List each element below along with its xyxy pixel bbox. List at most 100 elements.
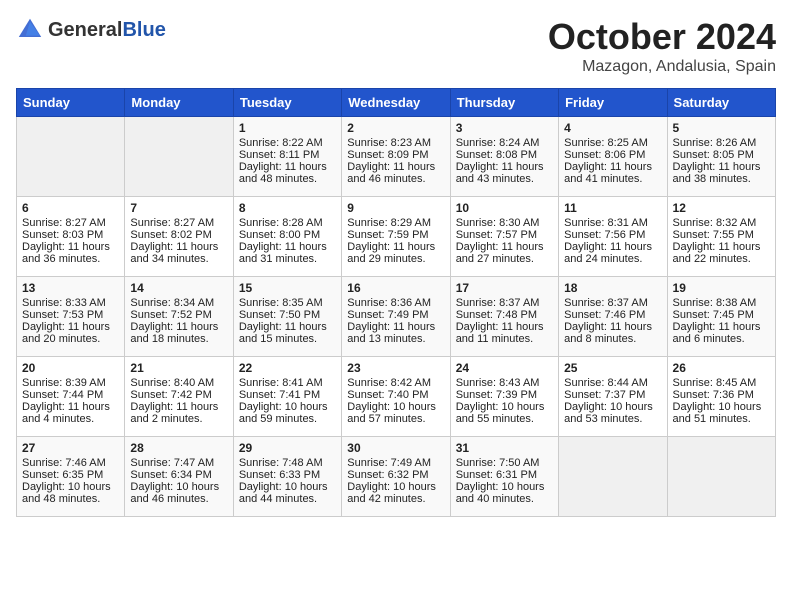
calendar-day-cell: 13 Sunrise: 8:33 AMSunset: 7:53 PMDayligh… <box>17 277 125 357</box>
sunrise-text: Sunrise: 8:28 AM <box>239 217 336 229</box>
daylight-text: Daylight: 11 hours and 36 minutes. <box>22 241 119 265</box>
logo-text: GeneralBlue <box>48 19 166 42</box>
sunset-text: Sunset: 6:32 PM <box>347 469 444 481</box>
calendar-day-cell: 8 Sunrise: 8:28 AMSunset: 8:00 PMDaylight… <box>233 197 341 277</box>
sunrise-text: Sunrise: 7:50 AM <box>456 457 553 469</box>
sunset-text: Sunset: 7:42 PM <box>130 389 227 401</box>
sunset-text: Sunset: 8:09 PM <box>347 149 444 161</box>
logo-blue: Blue <box>122 19 165 42</box>
day-number: 12 <box>673 201 770 215</box>
day-number: 24 <box>456 361 553 375</box>
sunrise-text: Sunrise: 8:42 AM <box>347 377 444 389</box>
sunset-text: Sunset: 7:41 PM <box>239 389 336 401</box>
sunrise-text: Sunrise: 8:43 AM <box>456 377 553 389</box>
calendar-week-row: 6Sunrise: 8:27 AMSunset: 8:03 PMDaylight… <box>17 197 776 277</box>
sunset-text: Sunset: 7:46 PM <box>564 309 661 321</box>
calendar-day-cell: 11Sunrise: 8:31 AMSunset: 7:56 PMDayligh… <box>559 197 667 277</box>
sunset-text: Sunset: 6:33 PM <box>239 469 336 481</box>
calendar-day-cell: 31 Sunrise: 7:50 AMSunset: 6:31 PMDayligh… <box>450 437 558 517</box>
day-number: 11 <box>564 201 661 215</box>
daylight-text: Daylight: 11 hours and 8 minutes. <box>564 321 661 345</box>
sunrise-text: Sunrise: 8:29 AM <box>347 217 444 229</box>
calendar-day-cell: 15Sunrise: 8:35 AMSunset: 7:50 PMDayligh… <box>233 277 341 357</box>
daylight-text: Daylight: 11 hours and 27 minutes. <box>456 241 553 265</box>
calendar-day-cell: 9Sunrise: 8:29 AMSunset: 7:59 PMDaylight… <box>342 197 450 277</box>
calendar-day-cell <box>125 117 233 197</box>
day-number: 31 <box>456 441 553 455</box>
sunset-text: Sunset: 7:55 PM <box>673 229 770 241</box>
sunset-text: Sunset: 8:00 PM <box>239 229 336 241</box>
calendar-day-cell: 19Sunrise: 8:38 AMSunset: 7:45 PMDayligh… <box>667 277 775 357</box>
calendar-day-cell: 17 Sunrise: 8:37 AMSunset: 7:48 PMDayligh… <box>450 277 558 357</box>
daylight-text: Daylight: 11 hours and 41 minutes. <box>564 161 661 185</box>
sunset-text: Sunset: 8:02 PM <box>130 229 227 241</box>
sunrise-text: Sunrise: 8:26 AM <box>673 137 770 149</box>
sunset-text: Sunset: 7:36 PM <box>673 389 770 401</box>
calendar-day-cell: 21Sunrise: 8:40 AMSunset: 7:42 PMDayligh… <box>125 357 233 437</box>
calendar-day-cell: 27Sunrise: 7:46 AMSunset: 6:35 PMDayligh… <box>17 437 125 517</box>
sunset-text: Sunset: 7:50 PM <box>239 309 336 321</box>
calendar-day-cell: 4Sunrise: 8:25 AMSunset: 8:06 PMDaylight… <box>559 117 667 197</box>
title-area: October 2024 Mazagon, Andalusia, Spain <box>548 16 776 76</box>
calendar-day-cell: 6Sunrise: 8:27 AMSunset: 8:03 PMDaylight… <box>17 197 125 277</box>
day-number: 8 <box>239 201 336 215</box>
header: GeneralBlue October 2024 Mazagon, Andalu… <box>16 16 776 76</box>
daylight-text: Daylight: 11 hours and 48 minutes. <box>239 161 336 185</box>
sunrise-text: Sunrise: 7:49 AM <box>347 457 444 469</box>
sunset-text: Sunset: 7:53 PM <box>22 309 119 321</box>
daylight-text: Daylight: 11 hours and 2 minutes. <box>130 401 227 425</box>
day-number: 23 <box>347 361 444 375</box>
sunset-text: Sunset: 7:52 PM <box>130 309 227 321</box>
calendar-day-cell: 12Sunrise: 8:32 AMSunset: 7:55 PMDayligh… <box>667 197 775 277</box>
day-number: 22 <box>239 361 336 375</box>
weekday-header: Friday <box>559 89 667 117</box>
calendar-day-cell: 20Sunrise: 8:39 AMSunset: 7:44 PMDayligh… <box>17 357 125 437</box>
daylight-text: Daylight: 10 hours and 40 minutes. <box>456 481 553 505</box>
sunset-text: Sunset: 6:31 PM <box>456 469 553 481</box>
sunrise-text: Sunrise: 8:23 AM <box>347 137 444 149</box>
sunrise-text: Sunrise: 8:25 AM <box>564 137 661 149</box>
daylight-text: Daylight: 10 hours and 51 minutes. <box>673 401 770 425</box>
daylight-text: Daylight: 10 hours and 57 minutes. <box>347 401 444 425</box>
calendar-day-cell: 28Sunrise: 7:47 AMSunset: 6:34 PMDayligh… <box>125 437 233 517</box>
calendar-day-cell: 24Sunrise: 8:43 AMSunset: 7:39 PMDayligh… <box>450 357 558 437</box>
month-title: October 2024 <box>548 16 776 58</box>
sunset-text: Sunset: 7:48 PM <box>456 309 553 321</box>
sunset-text: Sunset: 6:34 PM <box>130 469 227 481</box>
day-number: 28 <box>130 441 227 455</box>
calendar-day-cell: 26Sunrise: 8:45 AMSunset: 7:36 PMDayligh… <box>667 357 775 437</box>
calendar-week-row: 13Sunrise: 8:33 AMSunset: 7:53 PMDayligh… <box>17 277 776 357</box>
daylight-text: Daylight: 11 hours and 29 minutes. <box>347 241 444 265</box>
daylight-text: Daylight: 11 hours and 11 minutes. <box>456 321 553 345</box>
daylight-text: Daylight: 11 hours and 20 minutes. <box>22 321 119 345</box>
day-number: 17 <box>456 281 553 295</box>
day-number: 15 <box>239 281 336 295</box>
weekday-header: Wednesday <box>342 89 450 117</box>
day-number: 6 <box>22 201 119 215</box>
day-number: 5 <box>673 121 770 135</box>
sunrise-text: Sunrise: 8:27 AM <box>130 217 227 229</box>
calendar-day-cell: 10Sunrise: 8:30 AMSunset: 7:57 PMDayligh… <box>450 197 558 277</box>
daylight-text: Daylight: 10 hours and 46 minutes. <box>130 481 227 505</box>
day-number: 13 <box>22 281 119 295</box>
weekday-header: Tuesday <box>233 89 341 117</box>
calendar-table: SundayMondayTuesdayWednesdayThursdayFrid… <box>16 88 776 517</box>
day-number: 2 <box>347 121 444 135</box>
sunset-text: Sunset: 7:57 PM <box>456 229 553 241</box>
calendar-day-cell: 22Sunrise: 8:41 AMSunset: 7:41 PMDayligh… <box>233 357 341 437</box>
calendar-day-cell: 2Sunrise: 8:23 AMSunset: 8:09 PMDaylight… <box>342 117 450 197</box>
calendar-day-cell: 14Sunrise: 8:34 AMSunset: 7:52 PMDayligh… <box>125 277 233 357</box>
day-number: 26 <box>673 361 770 375</box>
sunset-text: Sunset: 8:08 PM <box>456 149 553 161</box>
sunrise-text: Sunrise: 8:33 AM <box>22 297 119 309</box>
sunset-text: Sunset: 7:45 PM <box>673 309 770 321</box>
daylight-text: Daylight: 11 hours and 31 minutes. <box>239 241 336 265</box>
sunset-text: Sunset: 6:35 PM <box>22 469 119 481</box>
sunset-text: Sunset: 7:39 PM <box>456 389 553 401</box>
sunrise-text: Sunrise: 8:37 AM <box>456 297 553 309</box>
sunrise-text: Sunrise: 7:48 AM <box>239 457 336 469</box>
sunrise-text: Sunrise: 8:38 AM <box>673 297 770 309</box>
daylight-text: Daylight: 11 hours and 34 minutes. <box>130 241 227 265</box>
sunset-text: Sunset: 8:11 PM <box>239 149 336 161</box>
sunset-text: Sunset: 7:44 PM <box>22 389 119 401</box>
